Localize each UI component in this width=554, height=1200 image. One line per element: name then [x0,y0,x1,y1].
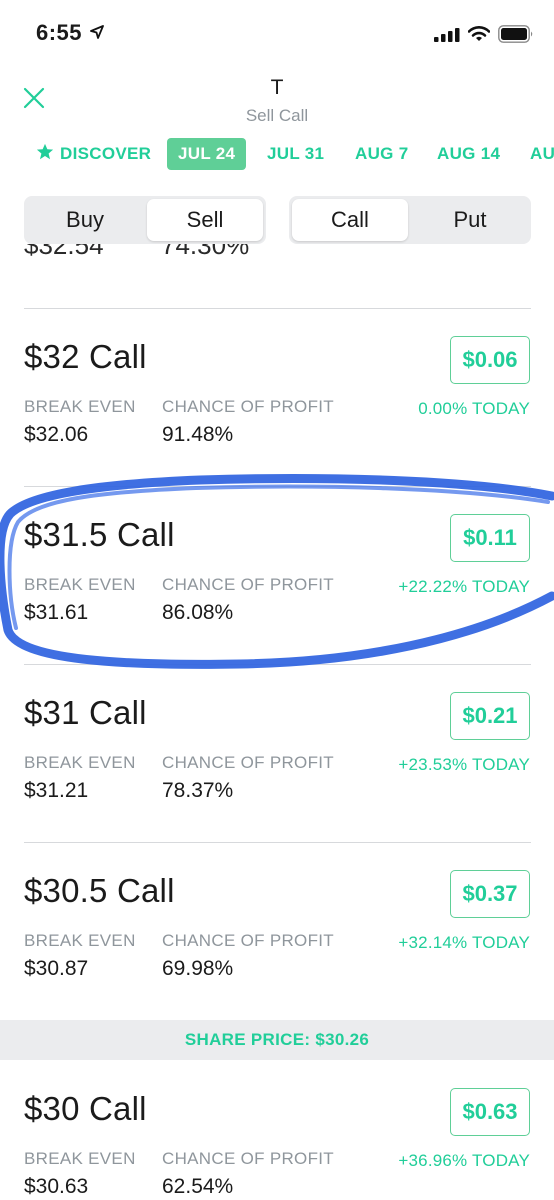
share-price-banner: SHARE PRICE: $30.26 [0,1020,554,1060]
tab-aug-7[interactable]: AUG 7 [355,138,408,170]
star-icon [36,143,54,160]
option-price-button[interactable]: $0.06 [450,336,530,384]
call-put-toggle: Call Put [289,196,531,244]
break-even-value: $31.61 [24,601,89,624]
option-price-button[interactable]: $0.63 [450,1088,530,1136]
strike-label: $32 Call [24,338,147,375]
break-even-label: BREAK EVEN [24,397,136,416]
partial-list-item: $32.54 74.30% [0,244,554,270]
today-change: +32.14% TODAY [398,933,530,952]
location-arrow-icon [90,25,104,39]
strike-label: $30.5 Call [24,872,175,909]
option-row[interactable]: $31 Call BREAK EVEN CHANCE OF PROFIT $31… [0,664,554,804]
option-price-button[interactable]: $0.37 [450,870,530,918]
call-button[interactable]: Call [292,199,408,241]
tab-discover[interactable]: DISCOVER [36,138,151,170]
sell-button[interactable]: Sell [147,199,263,241]
tab-discover-label: DISCOVER [60,144,152,163]
chance-of-profit-value: 78.37% [162,779,234,802]
tab-jul-31[interactable]: JUL 31 [267,138,324,170]
chance-of-profit-value: 86.08% [162,601,234,624]
tab-jul-24[interactable]: JUL 24 [167,138,247,170]
break-even-value: $31.21 [24,779,89,802]
status-bar: 6:55 [0,0,554,64]
break-even-label: BREAK EVEN [24,931,136,950]
break-even-value: $30.87 [24,957,89,980]
chance-of-profit-label: CHANCE OF PROFIT [162,1149,334,1168]
option-price-button[interactable]: $0.21 [450,692,530,740]
partial-break-even: $32.54 [24,244,104,260]
status-time: 6:55 [36,20,83,45]
break-even-label: BREAK EVEN [24,575,136,594]
option-row[interactable]: $31.5 Call BREAK EVEN CHANCE OF PROFIT $… [0,486,554,626]
today-change: 0.00% TODAY [418,399,530,418]
buy-sell-toggle: Buy Sell [24,196,266,244]
chance-of-profit-label: CHANCE OF PROFIT [162,753,334,772]
break-even-value: $32.06 [24,423,89,446]
break-even-label: BREAK EVEN [24,1149,136,1168]
option-row[interactable]: $30 Call BREAK EVEN CHANCE OF PROFIT $30… [0,1060,554,1200]
header: T Sell Call [0,64,554,134]
options-list[interactable]: $32.54 74.30% $32 Call BREAK EVEN CHANCE… [0,244,554,1200]
wifi-icon [468,26,490,41]
put-button[interactable]: Put [412,199,528,241]
expiration-date-tabs: DISCOVER JUL 24 JUL 31 AUG 7 AUG 14 AU [0,136,554,172]
strike-label: $31.5 Call [24,516,175,553]
option-row[interactable]: $32 Call BREAK EVEN CHANCE OF PROFIT $32… [0,308,554,448]
strike-label: $31 Call [24,694,147,731]
today-change: +22.22% TODAY [398,577,530,596]
signal-icon [434,28,460,42]
option-row[interactable]: $30.5 Call BREAK EVEN CHANCE OF PROFIT $… [0,842,554,982]
page-subtitle: Sell Call [245,106,309,125]
chance-of-profit-value: 91.48% [162,423,234,446]
today-change: +36.96% TODAY [398,1151,530,1170]
tab-aug-14[interactable]: AUG 14 [437,138,500,170]
chance-of-profit-value: 69.98% [162,957,234,980]
today-change: +23.53% TODAY [398,755,530,774]
chance-of-profit-label: CHANCE OF PROFIT [162,397,334,416]
tab-aug-next[interactable]: AU [530,138,554,170]
option-price-button[interactable]: $0.11 [450,514,530,562]
strike-label: $30 Call [24,1090,147,1127]
buy-button[interactable]: Buy [27,199,143,241]
break-even-value: $30.63 [24,1175,89,1198]
chance-of-profit-value: 62.54% [162,1175,234,1198]
chance-of-profit-label: CHANCE OF PROFIT [162,931,334,950]
partial-chance: 74.30% [161,244,250,260]
break-even-label: BREAK EVEN [24,753,136,772]
chance-of-profit-label: CHANCE OF PROFIT [162,575,334,594]
battery-icon [498,25,533,43]
page-title: T [270,76,284,99]
